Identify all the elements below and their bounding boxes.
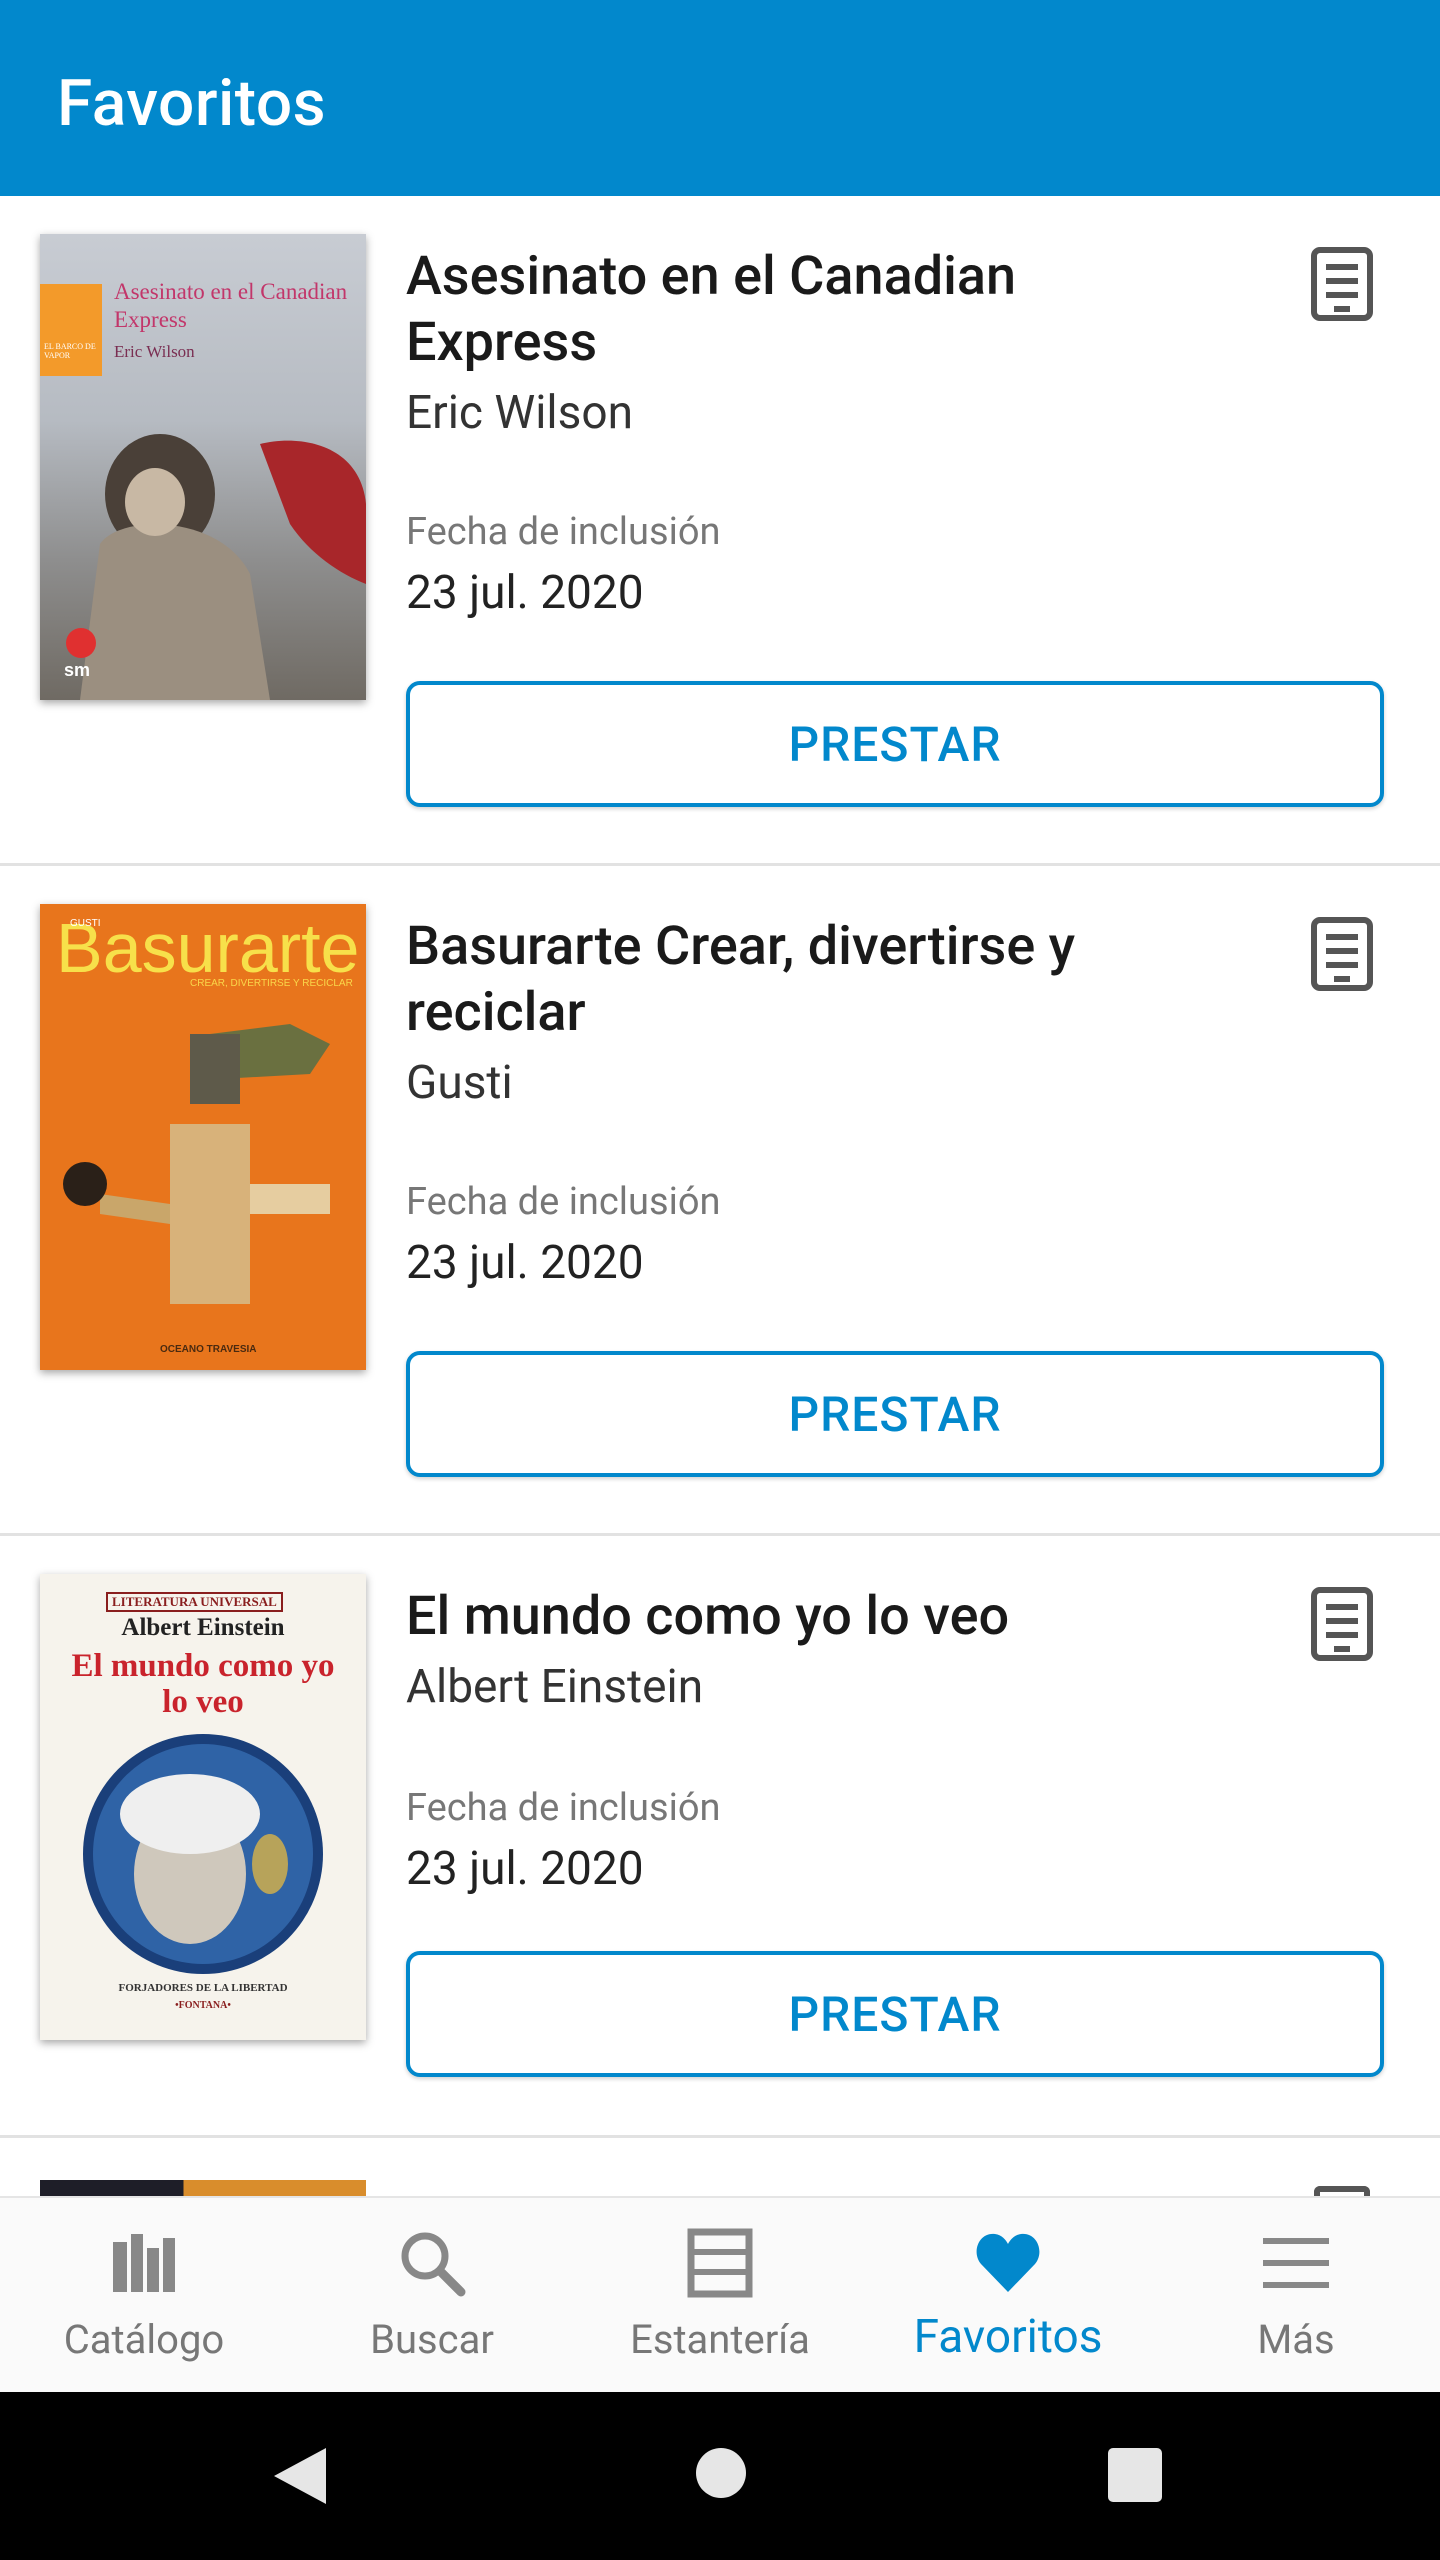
nav-label: Buscar — [370, 2316, 494, 2363]
book-author: Gusti — [406, 1056, 513, 1110]
book-author: Albert Einstein — [406, 1660, 704, 1714]
recents-icon[interactable] — [1108, 2448, 1162, 2502]
document-icon[interactable] — [1310, 246, 1374, 322]
nav-label: Catálogo — [63, 2316, 225, 2363]
system-navigation-bar — [0, 2392, 1440, 2560]
nav-label: Estantería — [630, 2316, 810, 2363]
nav-label: Más — [1257, 2316, 1335, 2363]
book-author: Eric Wilson — [406, 386, 633, 440]
document-icon[interactable] — [1310, 1586, 1374, 1662]
book-cover[interactable]: Basurarte CREAR, DIVERTIRSE Y RECICLAR G… — [40, 904, 366, 1370]
book-cover[interactable]: LITERATURA UNIVERSAL Albert Einstein El … — [40, 1574, 366, 2040]
nav-catalog[interactable]: Catálogo — [0, 2198, 288, 2394]
book-title[interactable]: Asesinato en el Canadian Express — [406, 244, 1186, 376]
bottom-navigation: Catálogo Buscar Estantería Favoritos Más — [0, 2196, 1440, 2392]
list-item[interactable] — [0, 2180, 1440, 2196]
document-icon[interactable] — [1310, 916, 1374, 992]
menu-icon — [1263, 2238, 1329, 2288]
app-bar: Favoritos — [0, 0, 1440, 196]
borrow-button[interactable]: PRESTAR — [406, 1351, 1384, 1477]
shelf-icon — [687, 2228, 753, 2298]
catalog-icon — [113, 2234, 175, 2292]
book-title[interactable]: El mundo como yo lo veo — [406, 1584, 1186, 1650]
book-title[interactable]: Basurarte Crear, divertirse y reciclar — [406, 914, 1186, 1046]
inclusion-date-label: Fecha de inclusión — [406, 1786, 721, 1830]
list-item[interactable]: LITERATURA UNIVERSAL Albert Einstein El … — [0, 1536, 1440, 2196]
nav-favorites[interactable]: Favoritos — [864, 2198, 1152, 2394]
book-cover[interactable] — [40, 2180, 366, 2196]
list-item[interactable]: Asesinato en el Canadian Express Eric Wi… — [0, 196, 1440, 866]
inclusion-date-label: Fecha de inclusión — [406, 510, 721, 554]
list-item[interactable]: Basurarte CREAR, DIVERTIRSE Y RECICLAR G… — [0, 866, 1440, 1536]
nav-label: Favoritos — [913, 2310, 1103, 2364]
favorites-list[interactable]: Asesinato en el Canadian Express Eric Wi… — [0, 196, 1440, 2196]
inclusion-date: 23 jul. 2020 — [406, 1236, 644, 1290]
nav-search[interactable]: Buscar — [288, 2198, 576, 2394]
book-cover[interactable]: Asesinato en el Canadian Express Eric Wi… — [40, 234, 366, 700]
home-icon[interactable] — [694, 2446, 748, 2500]
back-icon[interactable] — [270, 2444, 330, 2508]
page-title: Favoritos — [57, 66, 327, 141]
nav-more[interactable]: Más — [1152, 2198, 1440, 2394]
document-icon[interactable] — [1314, 2186, 1370, 2196]
inclusion-date-label: Fecha de inclusión — [406, 1180, 721, 1224]
divider — [0, 2135, 1440, 2138]
nav-shelf[interactable]: Estantería — [576, 2198, 864, 2394]
search-icon — [401, 2232, 466, 2297]
heart-icon — [976, 2233, 1040, 2292]
inclusion-date: 23 jul. 2020 — [406, 1842, 644, 1896]
borrow-button[interactable]: PRESTAR — [406, 1951, 1384, 2077]
borrow-button[interactable]: PRESTAR — [406, 681, 1384, 807]
inclusion-date: 23 jul. 2020 — [406, 566, 644, 620]
cover-illustration — [63, 1024, 330, 1304]
